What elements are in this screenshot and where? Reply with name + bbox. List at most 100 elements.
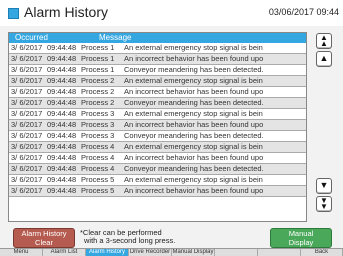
table-body: 3/ 6/2017 09:44:48 Process 1 An external em… [9,43,306,197]
occurred-date: 3/ 6/2017 [11,43,43,52]
alarm-message: Conveyor meandering has been detected. [124,131,264,140]
occurred-date: 3/ 6/2017 [11,98,43,107]
table-row[interactable]: 3/ 6/2017 09:44:48 Process 2 An external em… [9,76,306,87]
process-name: Process 2 [81,98,115,107]
tab-alarm-list[interactable]: Alarm List [43,249,86,256]
occurred-time: 09:44:48 [47,131,77,140]
process-name: Process 1 [81,54,115,63]
occurred-time: 09:44:48 [47,142,77,151]
process-name: Process 2 [81,87,115,96]
table-row[interactable]: 3/ 6/2017 09:44:48 Process 4 An incorrect b… [9,153,306,164]
tab-back[interactable]: Back [301,249,343,256]
scroll-down-button[interactable]: ▼ [316,178,332,194]
occurred-date: 3/ 6/2017 [11,120,43,129]
table-row[interactable]: 3/ 6/2017 09:44:48 Process 2 An incorrect b… [9,87,306,98]
alarm-message: An incorrect behavior has been found upo [124,87,264,96]
double-down-arrow-icon: ▼ ▼ [320,196,328,211]
up-arrow-icon: ▲ [319,53,329,63]
manual-display-button[interactable]: Manual Display [270,228,332,248]
alarm-clear-label-2: Clear [35,237,53,247]
clear-note-line-2: with a 3-second long press. [84,236,176,245]
occurred-date: 3/ 6/2017 [11,109,43,118]
page-down-button[interactable]: ▼ ▼ [316,196,332,212]
occurred-time: 09:44:48 [47,186,77,195]
occurred-time: 09:44:48 [47,76,77,85]
page-up-button[interactable]: ▲ ▲ [316,33,332,49]
process-name: Process 4 [81,142,115,151]
tab-menu[interactable]: Menu [0,249,43,256]
alarm-message: An external emergency stop signal is bei… [124,76,263,85]
occurred-date: 3/ 6/2017 [11,186,43,195]
manual-display-label-2: Display [288,237,314,247]
alarm-message: Conveyor meandering has been detected. [124,164,264,173]
occurred-time: 09:44:48 [47,153,77,162]
alarm-message: An incorrect behavior has been found upo [124,54,264,63]
table-row[interactable]: 3/ 6/2017 09:44:48 Process 1 An external em… [9,43,306,54]
occurred-date: 3/ 6/2017 [11,131,43,140]
process-name: Process 3 [81,131,115,140]
table-row[interactable]: 3/ 6/2017 09:44:48 Process 1 An incorrect b… [9,54,306,65]
occurred-time: 09:44:48 [47,164,77,173]
page-title: Alarm History [24,4,109,20]
process-name: Process 1 [81,43,115,52]
clear-note: *Clear can be performed with a 3-second … [80,229,175,245]
occurred-time: 09:44:48 [47,109,77,118]
tab-manual-display[interactable]: Manual Display [172,249,215,256]
table-row[interactable]: 3/ 6/2017 09:44:48 Process 4 An external em… [9,142,306,153]
scroll-up-button[interactable]: ▲ [316,51,332,67]
process-name: Process 4 [81,164,115,173]
occurred-time: 09:44:48 [47,54,77,63]
header-bar: Alarm History 03/06/2017 09:44 [0,0,343,26]
table-row[interactable]: 3/ 6/2017 09:44:48 Process 3 Conveyor meand… [9,131,306,142]
column-header-occurred: Occurred [15,33,48,42]
occurred-date: 3/ 6/2017 [11,164,43,173]
occurred-date: 3/ 6/2017 [11,153,43,162]
alarm-history-clear-button[interactable]: Alarm History Clear [13,228,75,248]
table-header: Occurred Message [9,33,306,43]
tab-blank-6[interactable] [258,249,301,256]
table-row[interactable]: 3/ 6/2017 09:44:48 Process 3 An incorrect b… [9,120,306,131]
screen-icon [8,8,19,19]
column-header-message: Message [99,33,132,42]
alarm-message: An external emergency stop signal is bei… [124,175,263,184]
footer-nav: Menu Alarm List Alarm History Drive Recorde… [0,248,343,256]
alarm-message: An incorrect behavior has been found upo [124,153,264,162]
tab-alarm-history[interactable]: Alarm History [86,249,129,256]
occurred-date: 3/ 6/2017 [11,142,43,151]
alarm-message: An external emergency stop signal is bei… [124,142,263,151]
process-name: Process 5 [81,175,115,184]
double-up-arrow-icon: ▲ ▲ [320,33,328,48]
occurred-time: 09:44:48 [47,120,77,129]
occurred-date: 3/ 6/2017 [11,54,43,63]
occurred-date: 3/ 6/2017 [11,65,43,74]
table-row[interactable]: 3/ 6/2017 09:44:48 Process 2 Conveyor meand… [9,98,306,109]
alarm-message: An incorrect behavior has been found upo [124,120,264,129]
table-row[interactable]: 3/ 6/2017 09:44:48 Process 3 An external em… [9,109,306,120]
current-datetime: 03/06/2017 09:44 [268,7,339,17]
alarm-history-table: Occurred Message 3/ 6/2017 09:44:48 Proces… [8,32,307,222]
occurred-date: 3/ 6/2017 [11,76,43,85]
table-row[interactable]: 3/ 6/2017 09:44:48 Process 1 Conveyor meand… [9,65,306,76]
tab-drive-recorder[interactable]: Drive Recorder [129,249,172,256]
table-row[interactable]: 3/ 6/2017 09:44:48 Process 5 An external em… [9,175,306,186]
table-row[interactable]: 3/ 6/2017 09:44:48 Process 4 Conveyor meand… [9,164,306,175]
process-name: Process 1 [81,65,115,74]
occurred-date: 3/ 6/2017 [11,175,43,184]
process-name: Process 5 [81,186,115,195]
process-name: Process 3 [81,120,115,129]
alarm-history-screen: Alarm History 03/06/2017 09:44 Occurred … [0,0,343,256]
alarm-message: An incorrect behavior has been found upo [124,186,264,195]
alarm-message: Conveyor meandering has been detected. [124,65,264,74]
process-name: Process 2 [81,76,115,85]
occurred-date: 3/ 6/2017 [11,87,43,96]
occurred-time: 09:44:48 [47,175,77,184]
down-arrow-icon: ▼ [319,180,329,190]
table-row[interactable]: 3/ 6/2017 09:44:48 Process 5 An incorrect b… [9,186,306,197]
occurred-time: 09:44:48 [47,43,77,52]
process-name: Process 4 [81,153,115,162]
alarm-message: An external emergency stop signal is bei… [124,109,263,118]
occurred-time: 09:44:48 [47,98,77,107]
process-name: Process 3 [81,109,115,118]
tab-blank-5[interactable] [215,249,258,256]
alarm-message: An external emergency stop signal is bei… [124,43,263,52]
